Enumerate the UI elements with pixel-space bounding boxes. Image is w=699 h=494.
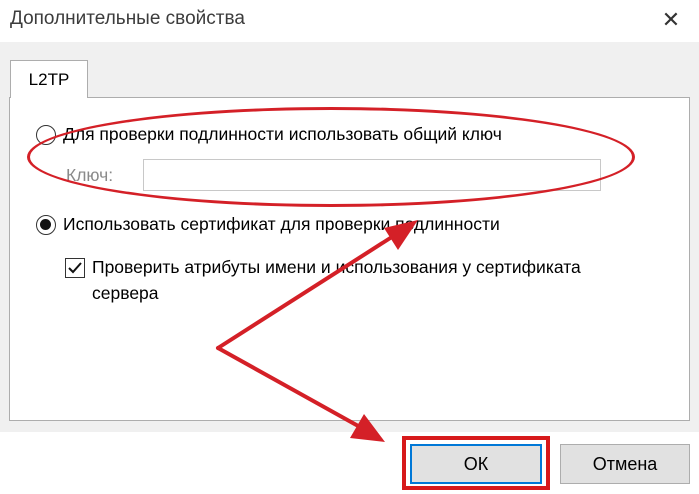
window-title: Дополнительные свойства: [10, 8, 245, 29]
ok-highlight-box: [402, 436, 550, 490]
title-bar: Дополнительные свойства ✕: [0, 0, 699, 42]
cert-option-label: Использовать сертификат для проверки под…: [63, 214, 500, 234]
close-icon[interactable]: ✕: [656, 6, 686, 34]
checkmark-icon: [68, 262, 82, 274]
cancel-button[interactable]: Отмена: [560, 444, 690, 484]
cert-radio[interactable]: [36, 215, 56, 235]
psk-highlight-ellipse: [27, 107, 635, 207]
verify-label-line1: Проверить атрибуты имени и использования…: [92, 257, 581, 277]
verify-label-line2: сервера: [92, 283, 159, 303]
verify-checkbox[interactable]: [65, 258, 85, 278]
tab-l2tp[interactable]: L2TP: [10, 60, 88, 98]
